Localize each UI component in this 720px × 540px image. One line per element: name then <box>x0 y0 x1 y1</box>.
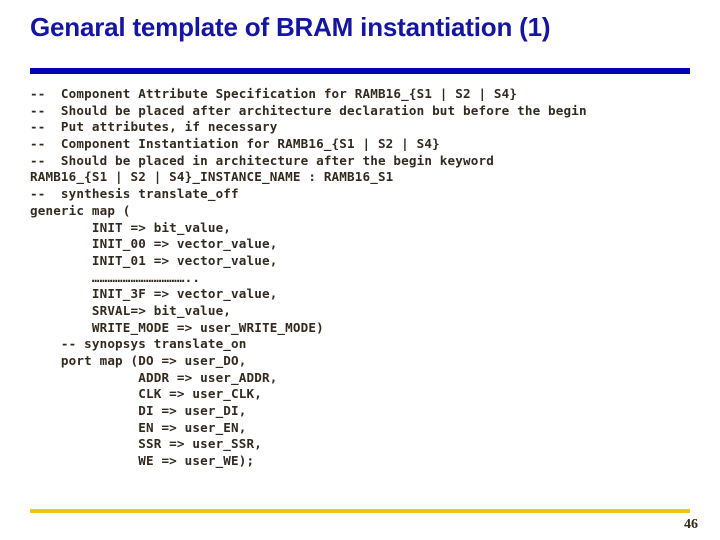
page-number: 46 <box>684 517 698 532</box>
code-line: WRITE_MODE => user_WRITE_MODE) <box>30 319 324 335</box>
code-line: INIT_01 => vector_value, <box>30 252 278 268</box>
code-line: WE => user_WE); <box>30 453 255 469</box>
code-line: INIT_00 => vector_value, <box>30 236 278 252</box>
code-line: -- Should be placed after architecture d… <box>30 102 587 118</box>
code-line: -- Component Instantiation for RAMB16_{S… <box>30 136 440 152</box>
footer-divider-rule <box>30 509 690 513</box>
code-line: INIT => bit_value, <box>30 219 232 235</box>
title-divider-rule <box>30 68 690 74</box>
code-line: -- Put attributes, if necessary <box>30 119 278 135</box>
code-line: -- synthesis translate_off <box>30 186 239 202</box>
code-line: generic map ( <box>30 202 131 218</box>
code-line: ……………………………….. <box>30 269 201 285</box>
code-line: CLK => user_CLK, <box>30 386 262 402</box>
code-line: port map (DO => user_DO, <box>30 353 247 368</box>
code-line: SSR => user_SSR, <box>30 436 262 452</box>
code-line: -- Should be placed in architecture afte… <box>30 152 494 168</box>
code-line: INIT_3F => vector_value, <box>30 286 278 302</box>
code-line: SRVAL=> bit_value, <box>30 302 232 318</box>
code-listing: -- Component Attribute Specification for… <box>30 86 698 470</box>
code-line: ADDR => user_ADDR, <box>30 369 278 385</box>
code-line: DI => user_DI, <box>30 403 247 419</box>
code-line: -- synopsys translate_on <box>30 336 247 352</box>
slide-canvas: Genaral template of BRAM instantiation (… <box>0 0 720 540</box>
code-line: -- Component Attribute Specification for… <box>30 86 518 101</box>
page-title: Genaral template of BRAM instantiation (… <box>30 12 551 42</box>
code-line: RAMB16_{S1 | S2 | S4}_INSTANCE_NAME : RA… <box>30 169 394 185</box>
code-line: EN => user_EN, <box>30 419 247 435</box>
